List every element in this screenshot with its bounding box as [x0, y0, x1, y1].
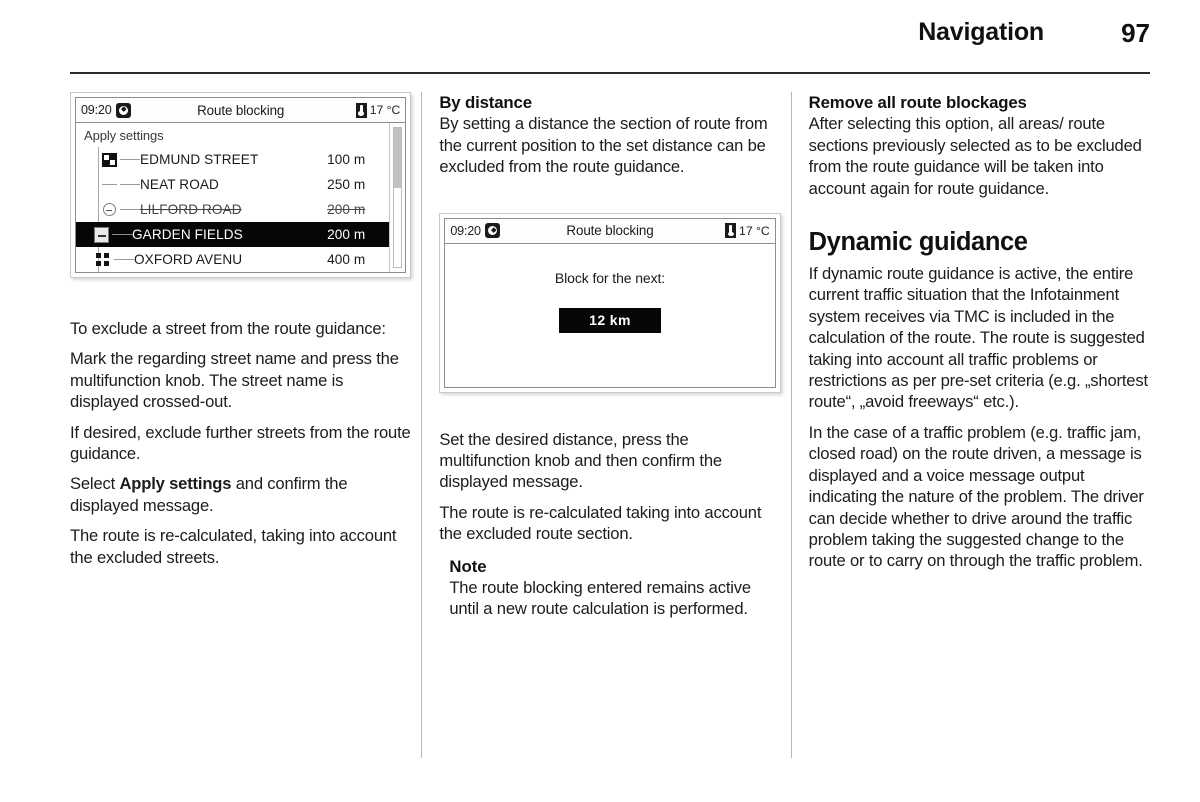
paragraph: If desired, exclude further streets from… [70, 422, 411, 464]
section-heading-remove-blockages: Remove all route blockages [808, 93, 1027, 112]
list-item[interactable]: OXFORD AVENU 400 m [76, 247, 389, 272]
status-temperature: 17 °C [369, 103, 401, 117]
paragraph: In the case of a traffic problem (e.g. t… [808, 422, 1144, 571]
box-minus-icon[interactable] [90, 222, 112, 247]
street-distance: 400 m [327, 252, 366, 267]
clock-icon [484, 223, 500, 239]
left-column: 09:20 Route blocking 17 °C Apply setting… [70, 92, 412, 758]
column-divider-2 [790, 92, 792, 758]
flag-icon [98, 147, 120, 172]
column-divider-1 [421, 92, 423, 758]
screen-status-bar: 09:20 Route blocking 17 °C [445, 218, 775, 244]
thermometer-icon [725, 223, 737, 239]
grid-icon [92, 247, 114, 272]
route-blocking-list-screenshot: 09:20 Route blocking 17 °C Apply setting… [70, 92, 412, 278]
section-heading-by-distance: By distance [439, 93, 532, 112]
street-name: GARDEN FIELDS [132, 227, 243, 242]
street-distance: 100 m [327, 152, 366, 167]
paragraph: If dynamic route guidance is active, the… [808, 264, 1148, 412]
page-title: Navigation [918, 18, 1044, 46]
street-name: LILFORD ROAD [140, 202, 242, 217]
note-title: Note [449, 556, 487, 576]
note-text: The route blocking entered remains activ… [449, 578, 751, 619]
page-header: Navigation 97 [70, 18, 1150, 62]
text-before: Select [70, 474, 120, 494]
section-title-dynamic-guidance: Dynamic guidance [808, 228, 1028, 257]
tree-connector [120, 159, 140, 160]
paragraph: After selecting this option, all areas/ … [808, 114, 1142, 198]
scrollbar-track[interactable] [393, 127, 403, 268]
status-time: 09:20 [81, 103, 112, 117]
street-distance: 200 m [327, 227, 366, 242]
tree-connector [120, 184, 140, 185]
street-name: OXFORD AVENU [134, 252, 243, 267]
paragraph-apply-settings: Select Apply settings and confirm the di… [70, 473, 411, 516]
route-list: EDMUND STREET 100 m NEAT ROAD 250 m LILF… [76, 147, 390, 272]
apply-settings-emphasis: Apply settings [119, 474, 232, 494]
dialog-prompt: Block for the next: [554, 269, 666, 286]
tree-connector [112, 234, 132, 235]
page-number: 97 [1121, 18, 1150, 48]
clock-icon [115, 102, 131, 118]
street-distance: 200 m [327, 202, 366, 217]
status-time: 09:20 [450, 223, 481, 238]
thermometer-icon [355, 102, 367, 118]
paragraph: Set the desired distance, press the mult… [439, 429, 722, 492]
distance-value-field[interactable]: 12 km [559, 307, 661, 333]
paragraph: The route is re-calculated taking into a… [439, 502, 762, 544]
street-distance: 250 m [327, 177, 366, 192]
tree-connector [114, 259, 134, 260]
manual-page: Navigation 97 09:20 Route blocking 17 °C… [0, 0, 1200, 802]
list-item[interactable]: NEAT ROAD 250 m [76, 172, 389, 197]
list-item-selected[interactable]: GARDEN FIELDS 200 m [76, 222, 390, 247]
distance-dialog: Block for the next: 12 km [445, 244, 774, 387]
paragraph: Mark the regarding street name and press… [70, 349, 399, 412]
content-columns: 09:20 Route blocking 17 °C Apply setting… [70, 92, 1150, 758]
route-list-area: Apply settings EDMUND STREET 100 m NEAT … [76, 123, 390, 272]
middle-column: By distance By setting a distance the se… [439, 92, 781, 758]
list-item[interactable]: EDMUND STREET 100 m [76, 147, 389, 172]
paragraph: By setting a distance the section of rou… [439, 114, 768, 177]
paragraph: To exclude a street from the route guida… [70, 319, 386, 338]
scrollbar-thumb[interactable] [394, 128, 402, 188]
street-name: NEAT ROAD [140, 177, 219, 192]
circle-minus-icon [98, 197, 120, 222]
right-column: Remove all route blockages After selecti… [809, 92, 1150, 758]
status-temperature: 17 °C [739, 223, 770, 238]
header-divider [70, 72, 1150, 74]
line-icon [98, 172, 120, 197]
apply-settings-label: Apply settings [84, 128, 164, 143]
screen-status-bar: 09:20 Route blocking 17 °C [76, 98, 406, 123]
paragraph: The route is re-calculated, taking into … [70, 526, 397, 567]
note-block: Note The route blocking entered remains … [439, 556, 780, 620]
screen-scrollbar[interactable] [389, 123, 406, 272]
tree-connector [120, 209, 140, 210]
street-name: EDMUND STREET [140, 152, 259, 167]
route-blocking-distance-screenshot: 09:20 Route blocking 17 °C Block for the… [439, 212, 781, 393]
list-item[interactable]: LILFORD ROAD 200 m [76, 197, 389, 222]
